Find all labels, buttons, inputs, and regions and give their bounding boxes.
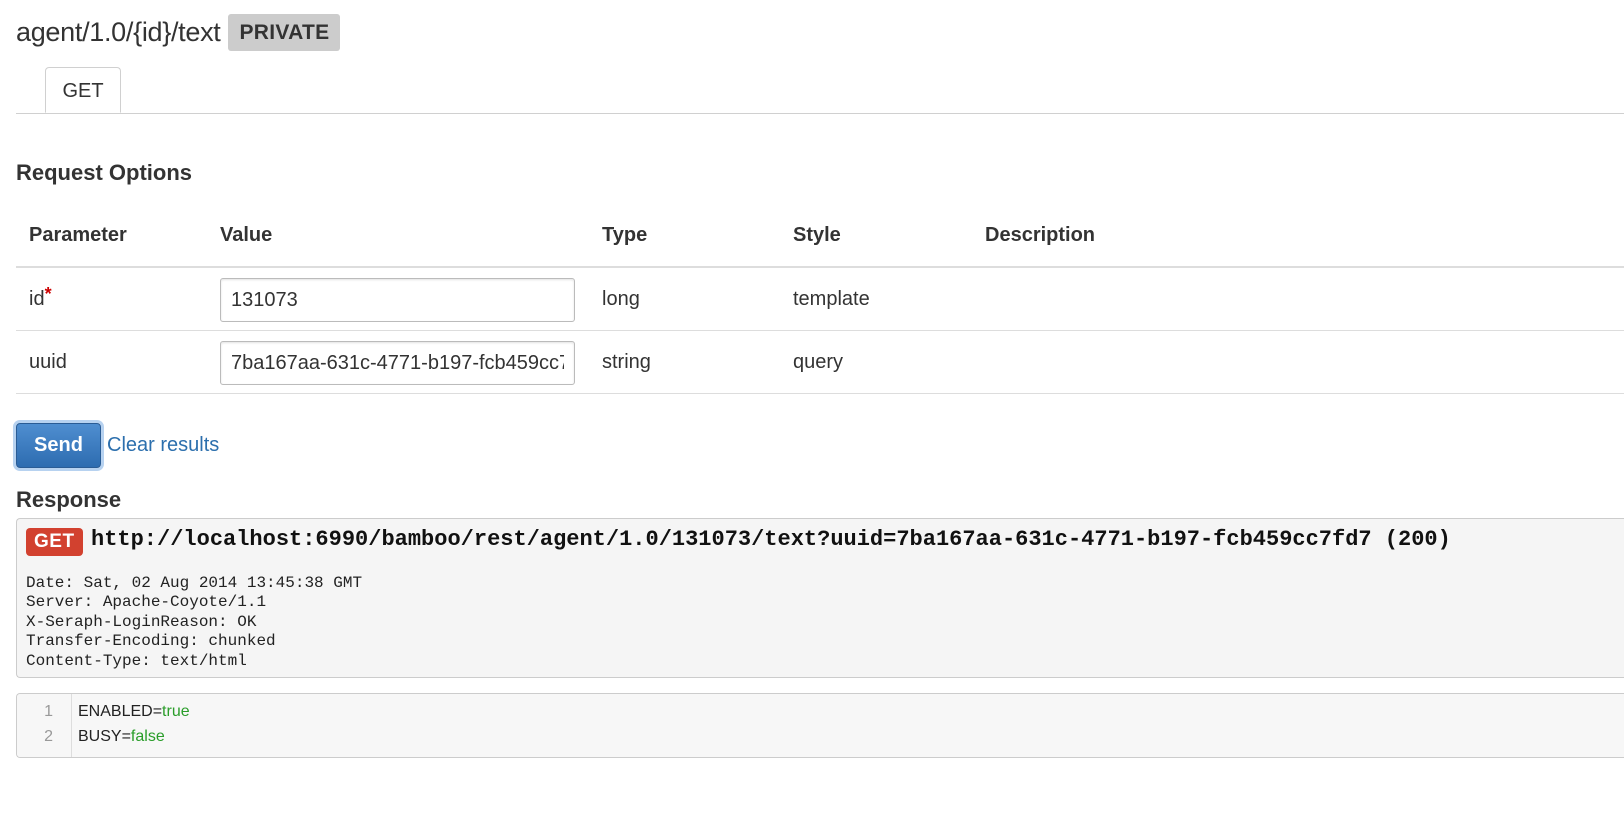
request-url: http://localhost:6990/bamboo/rest/agent/… xyxy=(91,527,1451,552)
code-value: true xyxy=(162,703,190,720)
header-line: Date: Sat, 02 Aug 2014 13:45:38 GMT xyxy=(26,574,363,592)
response-panel: GET http://localhost:6990/bamboo/rest/ag… xyxy=(16,518,1624,678)
parameter-name: uuid xyxy=(29,351,67,374)
parameter-type: long xyxy=(602,288,640,310)
parameter-style: template xyxy=(793,288,870,310)
code-line: 2 BUSY=false xyxy=(17,728,1624,753)
parameter-label: uuid xyxy=(29,351,67,373)
method-badge: GET xyxy=(26,528,83,556)
line-number: 2 xyxy=(44,728,53,745)
private-badge: PRIVATE xyxy=(228,14,341,51)
clear-results-link[interactable]: Clear results xyxy=(107,434,219,457)
column-header-parameter: Parameter xyxy=(29,224,127,246)
table-header: Parameter Value Type Style Description xyxy=(16,210,1624,268)
send-button[interactable]: Send xyxy=(16,423,101,468)
request-options-title: Request Options xyxy=(16,160,193,185)
code-text: ENABLED=true xyxy=(78,703,190,721)
response-headers: Date: Sat, 02 Aug 2014 13:45:38 GMT Serv… xyxy=(26,574,362,671)
header-line: Transfer-Encoding: chunked xyxy=(26,632,276,651)
column-header-value: Value xyxy=(220,224,273,246)
id-value-input[interactable] xyxy=(220,278,575,322)
response-title: Response xyxy=(16,487,122,512)
column-header-type: Type xyxy=(602,224,648,246)
table-row: uuid string query xyxy=(16,331,1624,394)
code-key: BUSY xyxy=(78,728,122,745)
header-line: Server: Apache-Coyote/1.1 xyxy=(26,593,267,612)
parameters-table: Parameter Value Type Style Description i… xyxy=(16,210,1624,394)
column-header-style: Style xyxy=(793,224,841,246)
code-text: BUSY=false xyxy=(78,728,165,746)
parameter-label: id xyxy=(29,288,45,310)
required-indicator: * xyxy=(44,284,52,304)
line-number: 1 xyxy=(44,703,53,720)
resource-path: agent/1.0/{id}/text xyxy=(16,17,221,47)
parameter-style: query xyxy=(793,351,844,373)
page-title: agent/1.0/{id}/text PRIVATE xyxy=(16,14,341,51)
method-tabs: GET xyxy=(16,67,1624,114)
response-body: 1 ENABLED=true 2 BUSY=false xyxy=(16,693,1624,758)
parameter-type: string xyxy=(602,351,651,373)
code-line: 1 ENABLED=true xyxy=(17,703,1624,728)
header-line: X-Seraph-LoginReason: OK xyxy=(26,612,257,631)
tab-get[interactable]: GET xyxy=(45,67,121,113)
parameter-name: id* xyxy=(29,284,52,311)
code-separator: = xyxy=(152,703,163,720)
code-separator: = xyxy=(121,728,131,745)
code-value: false xyxy=(130,728,165,745)
header-line: Content-Type: text/html xyxy=(26,651,247,670)
code-key: ENABLED xyxy=(78,703,153,720)
uuid-value-input[interactable] xyxy=(220,341,575,385)
column-header-description: Description xyxy=(985,224,1096,246)
table-row: id* long template xyxy=(16,268,1624,331)
